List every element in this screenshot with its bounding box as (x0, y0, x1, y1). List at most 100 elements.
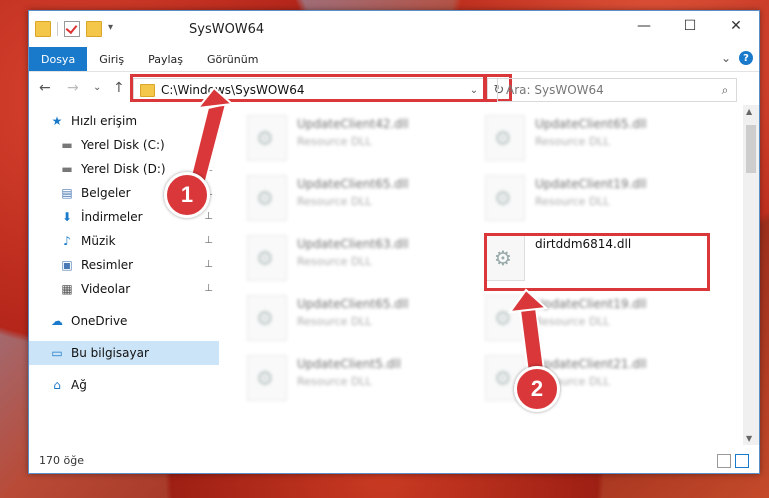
dll-file-icon (247, 295, 287, 341)
search-box[interactable]: Ara: SysWOW64 ⌕ (497, 78, 737, 102)
sidebar-item-label: Belgeler (81, 186, 131, 200)
chevron-down-icon[interactable]: ⌄ (464, 85, 484, 96)
file-item[interactable]: UpdateClient19.dll Resource DLL (485, 295, 715, 351)
sidebar-item-label: Yerel Disk (D:) (81, 162, 166, 176)
music-icon: ♪ (63, 234, 71, 248)
download-icon: ⬇ (61, 210, 73, 224)
pin-icon: ⊥ (204, 283, 213, 294)
forward-button[interactable]: → (67, 80, 79, 96)
search-input[interactable]: Ara: SysWOW64 (498, 83, 714, 97)
file-type: Resource DLL (297, 255, 372, 268)
file-type: Resource DLL (297, 315, 372, 328)
large-icons-view-icon[interactable] (735, 454, 749, 468)
sidebar-item-label: İndirmeler (81, 210, 143, 224)
window-title: SysWOW64 (189, 22, 265, 37)
title-bar: ▾ SysWOW64 — ☐ ✕ (29, 11, 759, 47)
scroll-up-icon[interactable]: ▲ (746, 107, 752, 116)
step-1-badge: 1 (164, 172, 210, 218)
sidebar-item-label: Bu bilgisayar (71, 346, 149, 360)
pin-icon: ⊥ (204, 139, 213, 150)
view-toggle (717, 454, 749, 468)
new-folder-icon[interactable] (86, 21, 102, 37)
tab-paylas[interactable]: Paylaş (136, 47, 195, 71)
quick-access-toolbar: ▾ (35, 21, 122, 37)
help-icon[interactable]: ? (739, 51, 753, 65)
file-name: UpdateClient42.dll (297, 117, 409, 131)
sidebar-item-label: Yerel Disk (C:) (81, 138, 165, 152)
file-type: Resource DLL (535, 135, 610, 148)
file-item[interactable]: UpdateClient65.dll Resource DLL (247, 175, 477, 231)
sidebar-item-label: Müzik (81, 234, 116, 248)
details-view-icon[interactable] (717, 454, 731, 468)
tab-giris[interactable]: Giriş (87, 47, 136, 71)
maximize-button[interactable]: ☐ (667, 11, 713, 41)
sidebar-item-videos[interactable]: ▦ Videolar ⊥ (29, 277, 219, 301)
sidebar-item-network[interactable]: ⌂ Ağ (29, 373, 219, 397)
file-type: Resource DLL (297, 375, 372, 388)
window-controls: — ☐ ✕ (621, 11, 759, 41)
sidebar-item-label: Ağ (71, 378, 87, 392)
file-name: UpdateClient65.dll (535, 117, 647, 131)
file-item[interactable]: UpdateClient65.dll Resource DLL (247, 295, 477, 351)
cloud-icon: ☁ (51, 314, 63, 328)
computer-icon: ▭ (51, 346, 63, 360)
drive-icon: ▬ (61, 138, 73, 152)
sidebar-item-onedrive[interactable]: ☁ OneDrive (29, 309, 219, 333)
sidebar-item-music[interactable]: ♪ Müzik ⊥ (29, 229, 219, 253)
sidebar-item-pictures[interactable]: ▣ Resimler ⊥ (29, 253, 219, 277)
vertical-scrollbar[interactable]: ▲ ▼ (743, 105, 759, 445)
properties-icon[interactable] (64, 21, 80, 37)
navigation-bar: ← → ⌄ ↑ C:\Windows\SysWOW64 ⌄ ↻ Ara: Sys… (29, 72, 759, 106)
file-item[interactable]: UpdateClient63.dll Resource DLL (247, 235, 477, 291)
file-name: UpdateClient65.dll (297, 297, 409, 311)
back-button[interactable]: ← (39, 80, 51, 96)
document-icon: ▤ (61, 186, 73, 200)
file-item[interactable]: UpdateClient19.dll Resource DLL (485, 175, 715, 231)
file-name: dirtddm6814.dll (535, 237, 632, 251)
expand-ribbon-icon[interactable]: ⌄ (721, 51, 731, 65)
sidebar-item-quick-access[interactable]: ★ Hızlı erişim (29, 109, 219, 133)
minimize-button[interactable]: — (621, 11, 667, 41)
pictures-icon: ▣ (61, 258, 73, 272)
ribbon-right-controls: ⌄ ? (721, 51, 753, 65)
file-item[interactable]: UpdateClient42.dll Resource DLL (247, 115, 477, 171)
tab-dosya[interactable]: Dosya (29, 47, 88, 71)
sidebar-item-label: Hızlı erişim (71, 114, 138, 128)
ribbon-tabs: Dosya Giriş Paylaş Görünüm ⌄ ? (29, 47, 759, 72)
dll-file-icon (247, 235, 287, 281)
scrollbar-thumb[interactable] (746, 125, 756, 173)
sidebar-item-this-pc[interactable]: ▭ Bu bilgisayar (29, 341, 219, 365)
up-button[interactable]: ↑ (113, 80, 125, 96)
explorer-window: ▾ SysWOW64 — ☐ ✕ Dosya Giriş Paylaş Görü… (28, 10, 760, 474)
file-name: UpdateClient5.dll (297, 357, 401, 371)
file-type: Resource DLL (535, 195, 610, 208)
file-list: UpdateClient42.dll Resource DLL UpdateCli… (229, 105, 739, 445)
folder-icon[interactable] (35, 21, 51, 37)
dll-file-icon (485, 115, 525, 161)
sidebar-item-label: Resimler (81, 258, 134, 272)
customize-toolbar-icon[interactable]: ▾ (108, 22, 122, 36)
file-name: UpdateClient65.dll (297, 177, 409, 191)
file-item-target[interactable]: dirtddm6814.dll (485, 235, 715, 291)
file-item[interactable]: UpdateClient65.dll Resource DLL (485, 115, 715, 171)
address-bar[interactable]: C:\Windows\SysWOW64 ⌄ (133, 78, 485, 102)
item-count: 170 öğe (39, 453, 84, 467)
search-icon[interactable]: ⌕ (714, 83, 736, 98)
star-icon: ★ (51, 114, 63, 128)
network-icon: ⌂ (53, 378, 61, 392)
status-bar: 170 öğe (29, 447, 759, 473)
file-item[interactable]: UpdateClient5.dll Resource DLL (247, 355, 477, 411)
dll-file-icon (485, 235, 525, 281)
scroll-down-icon[interactable]: ▼ (746, 434, 752, 443)
close-button[interactable]: ✕ (713, 11, 759, 41)
tab-gorunum[interactable]: Görünüm (195, 47, 270, 71)
file-name: UpdateClient63.dll (297, 237, 409, 251)
sidebar-item-label: OneDrive (71, 314, 128, 328)
address-path[interactable]: C:\Windows\SysWOW64 (161, 83, 464, 97)
dll-file-icon (485, 175, 525, 221)
recent-locations-button[interactable]: ⌄ (93, 82, 101, 93)
pin-icon: ⊥ (204, 235, 213, 246)
sidebar-item-disk-c[interactable]: ▬ Yerel Disk (C:) ⊥ (29, 133, 219, 157)
navigation-pane: ★ Hızlı erişim ▬ Yerel Disk (C:) ⊥ ▬ Yer… (29, 105, 219, 445)
pin-icon: ⊥ (204, 163, 213, 174)
